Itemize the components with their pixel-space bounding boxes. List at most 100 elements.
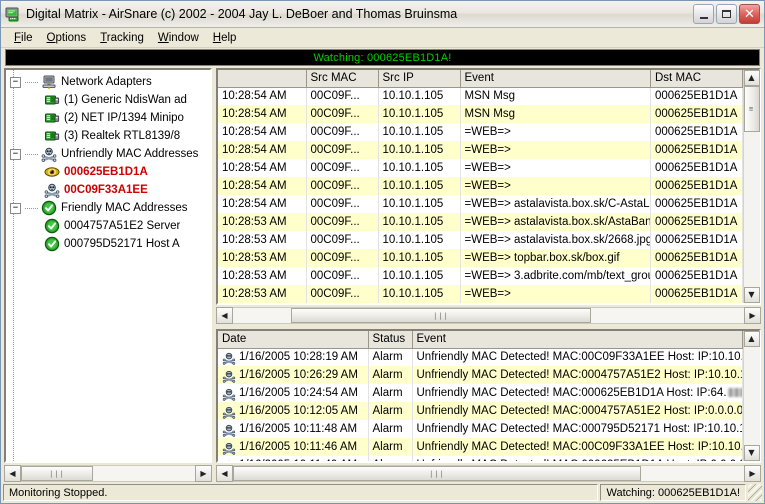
- traffic-horizontal-scrollbar[interactable]: ◀ ||| ▶: [216, 307, 761, 324]
- table-row[interactable]: 10:28:54 AM00C09F...10.10.1.105=WEB=>000…: [218, 177, 743, 195]
- traffic-scroll-up-button[interactable]: ▲: [744, 70, 760, 86]
- traffic-cell-time: 10:28:54 AM: [218, 177, 306, 195]
- tree-expander-icon[interactable]: −: [10, 203, 21, 214]
- tree-expander-icon[interactable]: −: [10, 149, 21, 160]
- table-row[interactable]: 1/16/2005 10:12:05 AMAlarmUnfriendly MAC…: [218, 402, 743, 420]
- table-row[interactable]: 1/16/2005 10:24:54 AMAlarmUnfriendly MAC…: [218, 384, 743, 402]
- menu-item-tracking[interactable]: Tracking: [93, 30, 151, 46]
- close-icon: ✕: [744, 8, 755, 21]
- table-row[interactable]: 10:28:54 AM00C09F...10.10.1.105=WEB=>000…: [218, 159, 743, 177]
- alarm-vertical-scrollbar[interactable]: ▲ ▼: [743, 331, 759, 461]
- window-controls: ✕: [693, 4, 762, 24]
- tree-node-label: (1) Generic NdisWan ad: [64, 94, 187, 106]
- tree-node[interactable]: 0004757A51E2 Server: [8, 217, 210, 235]
- traffic-cell-event: =WEB=> astalavista.box.sk/2668.jpg: [460, 231, 651, 249]
- traffic-cell-dst-mac: 000625EB1D1A: [651, 267, 743, 285]
- menu-item-help[interactable]: Help: [206, 30, 244, 46]
- tree-node[interactable]: (3) Realtek RTL8139/8: [8, 127, 210, 145]
- table-row[interactable]: 10:28:53 AM00C09F...10.10.1.105=WEB=> as…: [218, 213, 743, 231]
- traffic-scroll-left-button[interactable]: ◀: [216, 307, 233, 324]
- tree-node[interactable]: −Unfriendly MAC Addresses: [8, 145, 210, 163]
- table-row[interactable]: 10:28:54 AM00C09F...10.10.1.105=WEB=> as…: [218, 195, 743, 213]
- tree-scroll-right-button[interactable]: ▶: [195, 465, 212, 482]
- traffic-header-row: Src MAC Src IP Event Dst MAC: [218, 70, 743, 87]
- maximize-button[interactable]: [716, 4, 737, 24]
- traffic-panel: Src MAC Src IP Event Dst MAC 10:28:54 AM…: [216, 68, 761, 324]
- alarm-hscroll-grip: |||: [429, 470, 445, 478]
- table-row[interactable]: 10:28:53 AM00C09F...10.10.1.105=WEB=>000…: [218, 285, 743, 303]
- table-row[interactable]: 10:28:54 AM00C09F...10.10.1.105MSN Msg00…: [218, 87, 743, 105]
- resize-grip[interactable]: [748, 484, 762, 501]
- table-row[interactable]: 1/16/2005 10:26:29 AMAlarmUnfriendly MAC…: [218, 366, 743, 384]
- tree-scroll-track[interactable]: |||: [21, 465, 195, 482]
- check-circle-icon: [44, 236, 60, 252]
- alarm-hscroll-track[interactable]: |||: [233, 465, 744, 482]
- tree-scroll-left-button[interactable]: ◀: [4, 465, 21, 482]
- traffic-scroll-down-button[interactable]: ▼: [744, 287, 760, 303]
- menu-item-file[interactable]: File: [7, 30, 40, 46]
- tree-node-label: 000795D52171 Host A: [64, 238, 180, 250]
- traffic-hscroll-track[interactable]: |||: [233, 307, 744, 324]
- alarm-scroll-right-button[interactable]: ▶: [744, 465, 761, 482]
- tree-node[interactable]: 00C09F33A1EE: [8, 181, 210, 199]
- minimize-button[interactable]: [693, 4, 714, 24]
- traffic-cell-event: =WEB=>: [460, 123, 651, 141]
- tree-node[interactable]: −Friendly MAC Addresses: [8, 199, 210, 217]
- table-row[interactable]: 10:28:53 AM00C09F...10.10.1.105=WEB=> to…: [218, 249, 743, 267]
- table-row[interactable]: 10:28:53 AM00C09F...10.10.1.105=WEB=> 3.…: [218, 267, 743, 285]
- traffic-cell-src-ip: 10.10.1.105: [378, 195, 460, 213]
- traffic-col-time[interactable]: [218, 70, 306, 87]
- tree-connector: [25, 82, 39, 83]
- tree-node[interactable]: 000795D52171 Host A: [8, 235, 210, 253]
- table-row[interactable]: 1/16/2005 10:11:40 AMAlarmUnfriendly MAC…: [218, 456, 743, 461]
- skull-icon: [41, 146, 57, 162]
- alarm-event-text: Unfriendly MAC Detected! MAC:00C09F33A1E…: [417, 441, 743, 453]
- close-button[interactable]: ✕: [739, 4, 760, 24]
- traffic-col-dst-mac[interactable]: Dst MAC: [651, 70, 743, 87]
- table-row[interactable]: 10:28:53 AM00C09F...10.10.1.105=WEB=> as…: [218, 231, 743, 249]
- tree-horizontal-scrollbar[interactable]: ◀ ||| ▶: [4, 465, 212, 482]
- tree-expander-icon[interactable]: −: [10, 77, 21, 88]
- table-row[interactable]: 10:28:54 AM00C09F...10.10.1.105=WEB=>000…: [218, 123, 743, 141]
- traffic-cell-event: =WEB=>: [460, 177, 651, 195]
- alarm-horizontal-scrollbar[interactable]: ◀ ||| ▶: [216, 465, 761, 482]
- alarm-col-event[interactable]: Event: [412, 331, 743, 348]
- title-bar: Digital Matrix - AirSnare (c) 2002 - 200…: [1, 1, 764, 28]
- alarm-scroll-left-button[interactable]: ◀: [216, 465, 233, 482]
- menu-item-options[interactable]: Options: [40, 30, 94, 46]
- tree-node[interactable]: 000625EB1D1A: [8, 163, 210, 181]
- traffic-col-event[interactable]: Event: [460, 70, 651, 87]
- traffic-vertical-scrollbar[interactable]: ▲ ≡ ▼: [743, 70, 759, 303]
- tree-node-label: Network Adapters: [61, 76, 152, 88]
- alarm-skull-icon: [222, 441, 236, 454]
- traffic-cell-event: =WEB=> astalavista.box.sk/C-AstaLink2A.j…: [460, 195, 651, 213]
- traffic-scroll-track[interactable]: [744, 132, 760, 287]
- traffic-scroll-thumb[interactable]: ≡: [744, 86, 760, 132]
- alarm-col-status[interactable]: Status: [368, 331, 412, 348]
- tree-node[interactable]: − Network Adapters: [8, 73, 210, 91]
- traffic-cell-dst-mac: 000625EB1D1A: [651, 141, 743, 159]
- tree-scroll-thumb[interactable]: |||: [21, 466, 93, 481]
- eye-icon: [44, 164, 60, 180]
- alarm-scroll-track[interactable]: [744, 347, 760, 445]
- tree-node[interactable]: (2) NET IP/1394 Minipo: [8, 109, 210, 127]
- menu-item-window[interactable]: Window: [151, 30, 206, 46]
- table-row[interactable]: 10:28:54 AM00C09F...10.10.1.105=WEB=>000…: [218, 141, 743, 159]
- alarm-hscroll-thumb[interactable]: |||: [233, 466, 641, 481]
- alarm-skull-icon: [222, 405, 236, 418]
- table-row[interactable]: 1/16/2005 10:11:46 AMAlarmUnfriendly MAC…: [218, 438, 743, 456]
- tree-node[interactable]: (1) Generic NdisWan ad: [8, 91, 210, 109]
- table-row[interactable]: 1/16/2005 10:11:48 AMAlarmUnfriendly MAC…: [218, 420, 743, 438]
- traffic-hscroll-thumb[interactable]: |||: [291, 308, 591, 323]
- traffic-scroll-right-button[interactable]: ▶: [744, 307, 761, 324]
- device-tree[interactable]: − Network Adapters (1) Generic NdisWan ad (…: [4, 68, 212, 463]
- table-row[interactable]: 1/16/2005 10:28:19 AMAlarmUnfriendly MAC…: [218, 348, 743, 366]
- traffic-col-src-mac[interactable]: Src MAC: [306, 70, 378, 87]
- table-row[interactable]: 10:28:54 AM00C09F...10.10.1.105MSN Msg00…: [218, 105, 743, 123]
- alarm-scroll-down-button[interactable]: ▼: [744, 445, 760, 461]
- traffic-cell-src-ip: 10.10.1.105: [378, 105, 460, 123]
- traffic-cell-src-ip: 10.10.1.105: [378, 177, 460, 195]
- alarm-col-date[interactable]: Date: [218, 331, 368, 348]
- traffic-col-src-ip[interactable]: Src IP: [378, 70, 460, 87]
- alarm-scroll-up-button[interactable]: ▲: [744, 331, 760, 347]
